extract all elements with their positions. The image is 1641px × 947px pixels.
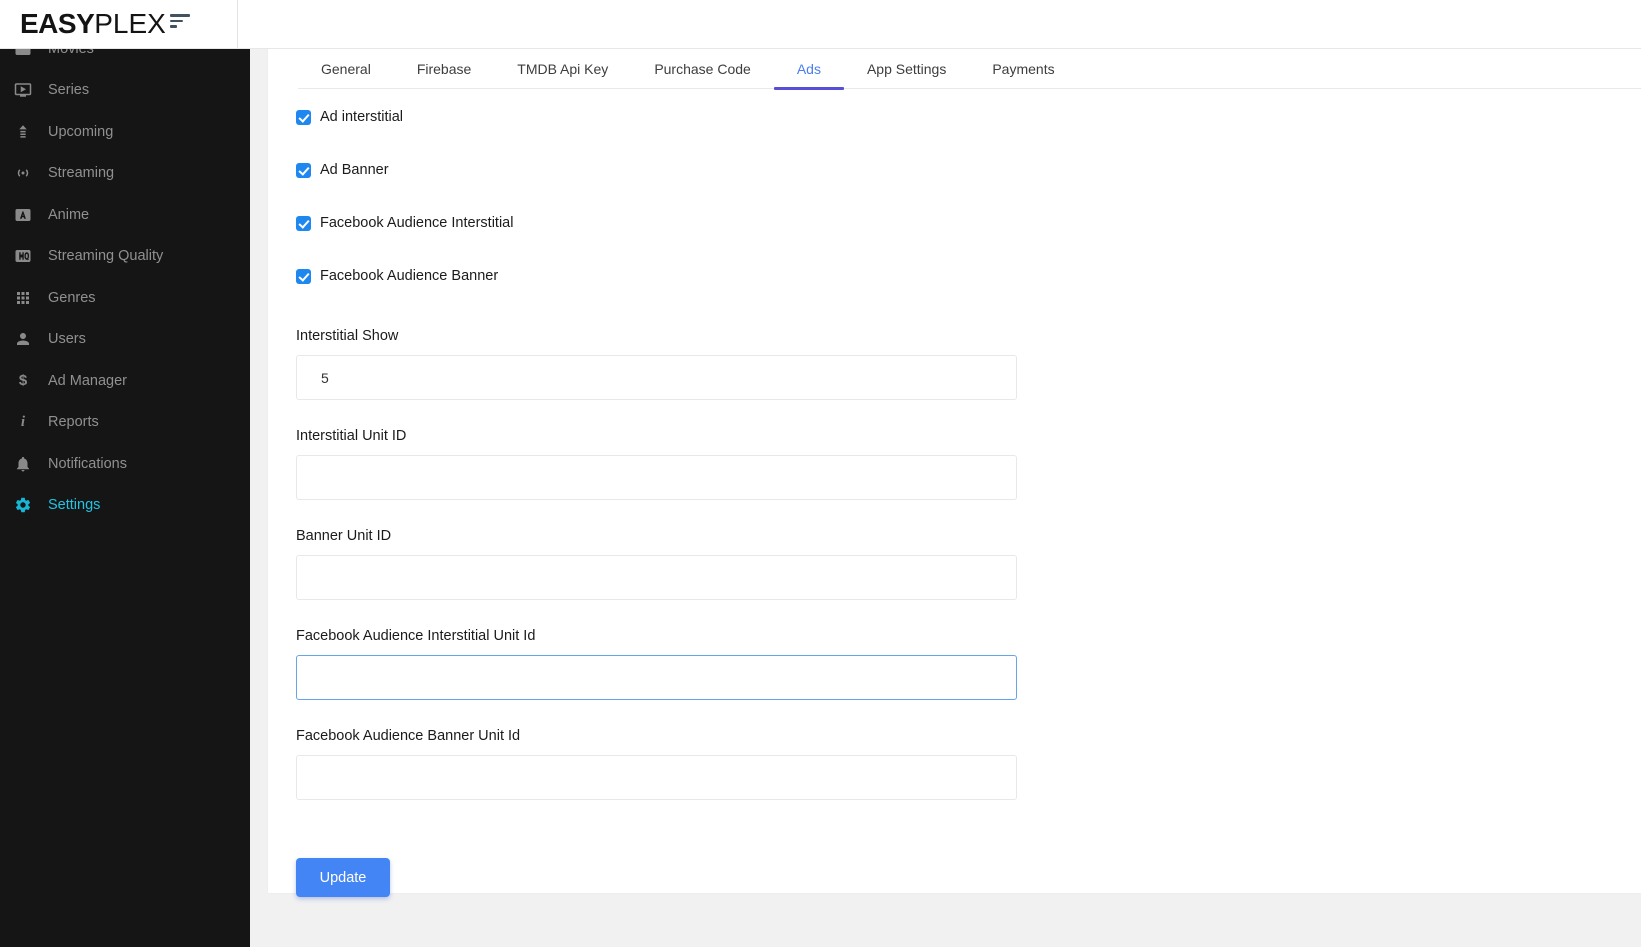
sidebar-item-label: Series: [48, 82, 90, 99]
hq-icon: [14, 247, 32, 265]
sidebar: Movies Series Upcoming Streaming Anime: [0, 49, 250, 947]
upcoming-icon: [14, 123, 32, 141]
sidebar-item-label: Anime: [48, 206, 90, 223]
dollar-icon: $: [18, 372, 28, 390]
ad-banner-checkbox[interactable]: [296, 162, 311, 178]
ad-interstitial-checkbox[interactable]: [296, 109, 311, 125]
sidebar-item-notifications[interactable]: Notifications: [0, 443, 250, 485]
sidebar-item-streaming-quality[interactable]: Streaming Quality: [0, 236, 250, 278]
streaming-icon: [14, 164, 32, 182]
checkbox-label: Ad Banner: [320, 162, 389, 178]
sidebar-item-movies[interactable]: Movies: [0, 49, 250, 70]
tab-payments[interactable]: Payments: [969, 49, 1077, 89]
field-label: Interstitial Show: [296, 328, 399, 344]
sidebar-item-label: Genres: [48, 289, 96, 306]
fb-audience-interstitial-checkbox[interactable]: [296, 215, 311, 231]
logo-light: PLEX: [94, 8, 166, 39]
sidebar-item-series[interactable]: Series: [0, 70, 250, 112]
sidebar-item-ad-manager[interactable]: $ Ad Manager: [0, 360, 250, 402]
field-label: Facebook Audience Banner Unit Id: [296, 728, 521, 744]
field-label: Interstitial Unit ID: [296, 428, 407, 444]
sidebar-item-label: Notifications: [48, 455, 127, 472]
banner-unit-id-input[interactable]: [296, 555, 1017, 600]
ad-interstitial-row: Ad interstitial: [296, 109, 1641, 125]
settings-card: General Firebase TMDB Api Key Purchase C…: [268, 49, 1641, 897]
series-icon: [14, 81, 32, 99]
settings-tabs: General Firebase TMDB Api Key Purchase C…: [298, 49, 1641, 90]
tab-purchase-code[interactable]: Purchase Code: [631, 49, 774, 89]
sidebar-item-anime[interactable]: Anime: [0, 194, 250, 236]
logo[interactable]: EASYPLEX: [20, 8, 166, 40]
fb-audience-banner-checkbox[interactable]: [296, 268, 311, 284]
gear-icon: [14, 496, 32, 514]
tab-app-settings[interactable]: App Settings: [844, 49, 969, 89]
interstitial-show-group: Interstitial Show: [296, 328, 1641, 400]
fb-banner-unit-id-group: Facebook Audience Banner Unit Id: [296, 728, 1641, 800]
anime-icon: [14, 206, 32, 224]
sidebar-item-upcoming[interactable]: Upcoming: [0, 111, 250, 153]
header: EASYPLEX: [0, 0, 1641, 49]
sidebar-item-reports[interactable]: i Reports: [0, 402, 250, 444]
checkbox-label: Facebook Audience Interstitial: [320, 215, 514, 231]
sidebar-item-settings[interactable]: Settings: [0, 485, 250, 527]
checkbox-label: Facebook Audience Banner: [320, 268, 499, 284]
sidebar-item-label: Streaming Quality: [48, 248, 164, 265]
field-label: Banner Unit ID: [296, 528, 392, 544]
movie-icon: [14, 49, 32, 58]
sidebar-item-users[interactable]: Users: [0, 319, 250, 361]
sidebar-item-label: Users: [48, 331, 86, 348]
genres-grid-icon: [14, 289, 32, 307]
sidebar-item-label: Ad Manager: [48, 372, 127, 389]
fb-banner-unit-id-input[interactable]: [296, 755, 1017, 800]
person-icon: [14, 330, 32, 348]
bell-icon: [14, 455, 32, 473]
tab-general[interactable]: General: [298, 49, 394, 89]
checkbox-label: Ad interstitial: [320, 109, 404, 125]
fb-interstitial-unit-id-input[interactable]: [296, 655, 1017, 700]
interstitial-show-input[interactable]: [296, 355, 1017, 400]
update-button[interactable]: Update: [296, 858, 390, 897]
sidebar-item-label: Streaming: [48, 165, 115, 182]
sidebar-item-label: Movies: [48, 49, 94, 57]
sidebar-item-label: Upcoming: [48, 123, 114, 140]
fb-audience-interstitial-row: Facebook Audience Interstitial: [296, 215, 1641, 231]
ad-banner-row: Ad Banner: [296, 162, 1641, 178]
fb-interstitial-unit-id-group: Facebook Audience Interstitial Unit Id: [296, 628, 1641, 700]
logo-bold: EASY: [20, 8, 95, 39]
active-tab-underline: [773, 87, 844, 90]
sidebar-item-label: Settings: [48, 497, 101, 514]
logo-section: EASYPLEX: [0, 0, 238, 48]
fb-audience-banner-row: Facebook Audience Banner: [296, 268, 1641, 284]
menu-lines-icon: [169, 14, 190, 28]
info-icon: i: [20, 413, 26, 430]
interstitial-unit-id-group: Interstitial Unit ID: [296, 428, 1641, 500]
tab-tmdb-api-key[interactable]: TMDB Api Key: [494, 49, 631, 89]
sidebar-item-genres[interactable]: Genres: [0, 277, 250, 319]
sidebar-item-streaming[interactable]: Streaming: [0, 153, 250, 195]
banner-unit-id-group: Banner Unit ID: [296, 528, 1641, 600]
tab-firebase[interactable]: Firebase: [394, 49, 494, 89]
main-content: General Firebase TMDB Api Key Purchase C…: [250, 49, 1641, 947]
sidebar-nav: Movies Series Upcoming Streaming Anime: [0, 49, 250, 526]
interstitial-unit-id-input[interactable]: [296, 455, 1017, 500]
tab-ads[interactable]: Ads: [773, 49, 844, 90]
sidebar-item-label: Reports: [48, 414, 99, 431]
ads-form: Ad interstitial Ad Banner Facebook Audie…: [268, 89, 1641, 897]
field-label: Facebook Audience Interstitial Unit Id: [296, 628, 536, 644]
